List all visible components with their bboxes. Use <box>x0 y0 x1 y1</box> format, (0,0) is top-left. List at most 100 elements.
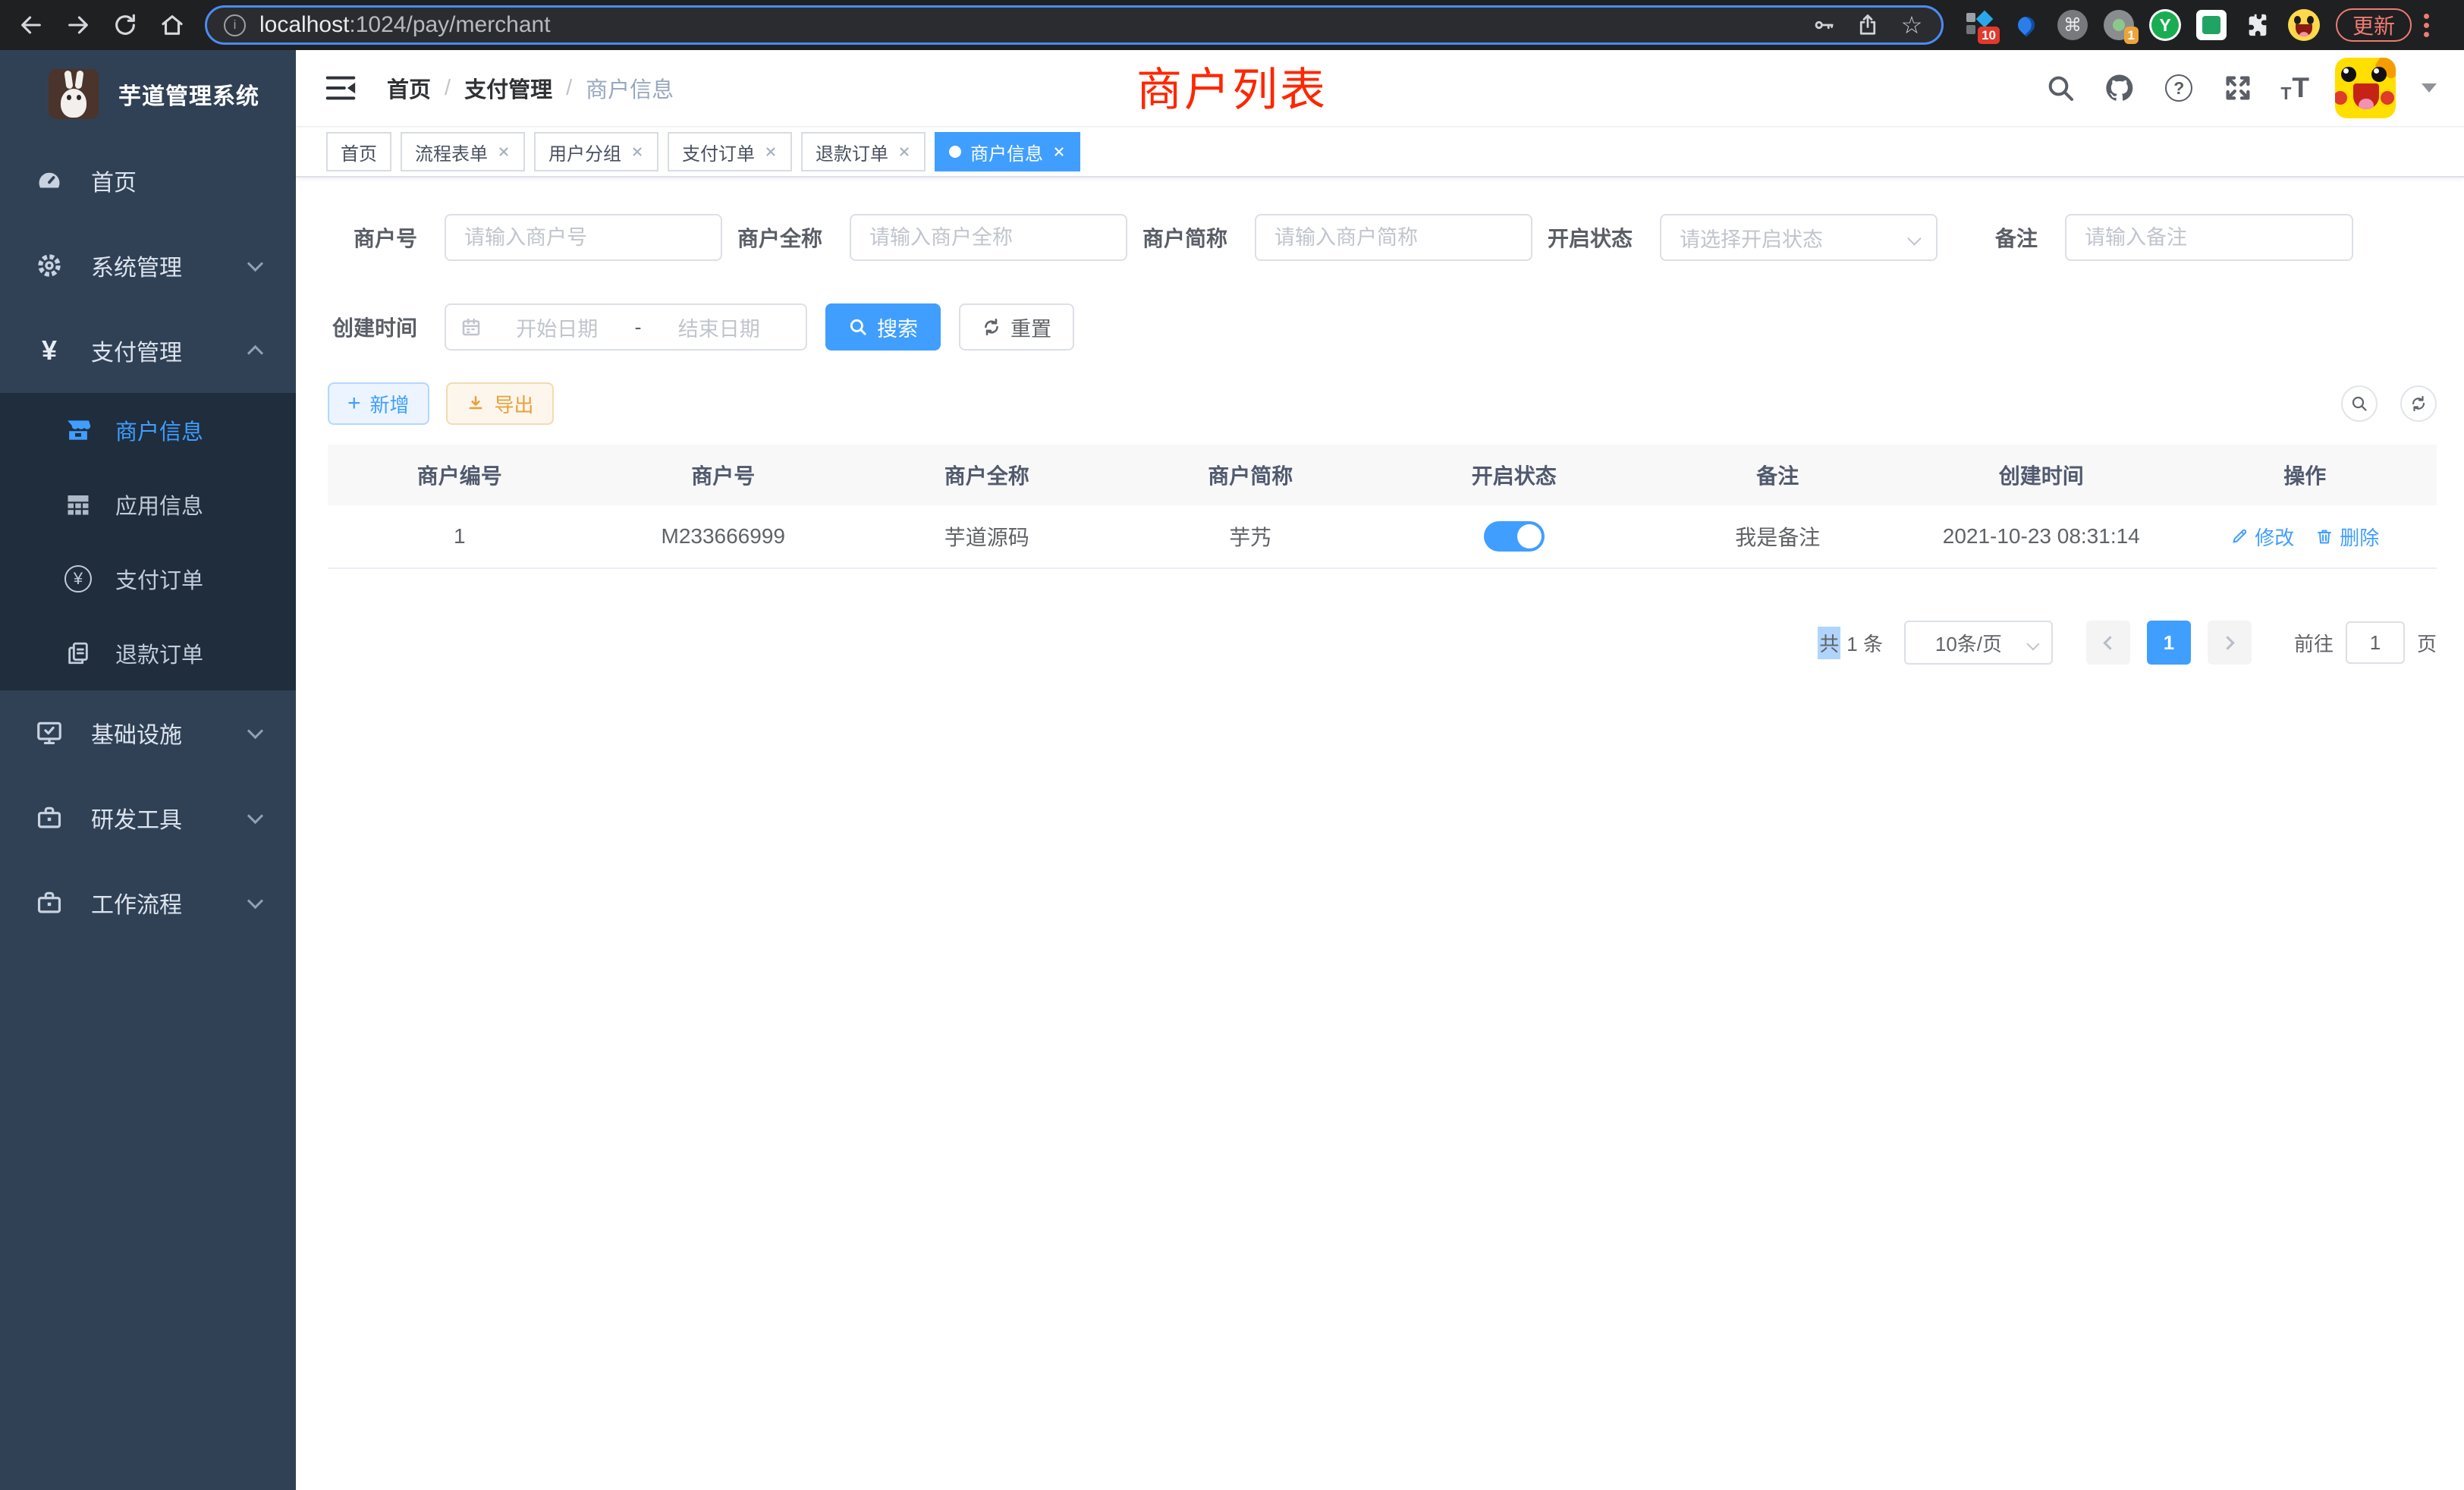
merchant-no-input[interactable] <box>445 214 722 261</box>
extension-emoji-icon[interactable] <box>2287 8 2321 42</box>
delete-link[interactable]: 删除 <box>2315 523 2379 551</box>
sidebar-collapse-icon[interactable] <box>323 71 358 105</box>
page-unit-label: 页 <box>2417 629 2437 657</box>
dashboard-icon <box>32 163 67 198</box>
page-size-select[interactable]: 10条/页 <box>1904 621 2053 665</box>
extension-pin-icon[interactable] <box>2010 8 2043 42</box>
export-button[interactable]: 导出 <box>446 382 554 425</box>
close-icon[interactable] <box>497 145 511 159</box>
avatar-dropdown-caret[interactable] <box>2422 83 2437 93</box>
help-icon[interactable]: ? <box>2162 71 2195 105</box>
goto-page-input[interactable] <box>2346 621 2405 664</box>
show-search-toggle-button[interactable] <box>2341 385 2378 422</box>
extension-proxy-icon[interactable]: 1 <box>2102 8 2136 42</box>
col-actions: 操作 <box>2173 460 2437 490</box>
address-bar[interactable]: i localhost:1024/pay/merchant ☆ <box>205 5 1944 45</box>
tags-view-bar: 首页 流程表单 用户分组 支付订单 退款订单 商户信息 <box>296 126 2464 178</box>
download-icon <box>466 394 486 413</box>
password-key-icon[interactable] <box>1811 12 1837 38</box>
browser-back-icon[interactable] <box>17 11 46 39</box>
browser-home-icon[interactable] <box>158 11 187 39</box>
sidebar-item-dev-tools[interactable]: 研发工具 <box>0 775 296 860</box>
sidebar-item-pay-order[interactable]: ¥ 支付订单 <box>0 542 296 616</box>
filter-row-1: 商户号 商户全称 商户简称 开启状态 请选择开启状态 <box>328 214 2437 261</box>
full-name-input[interactable] <box>850 214 1127 261</box>
sidebar-item-system[interactable]: 系统管理 <box>0 223 296 308</box>
breadcrumb-home[interactable]: 首页 <box>387 72 431 104</box>
chevron-down-icon <box>247 892 263 908</box>
close-icon[interactable] <box>630 145 644 159</box>
tab-refund-order[interactable]: 退款订单 <box>801 132 926 171</box>
tab-merchant-info[interactable]: 商户信息 <box>935 132 1080 171</box>
extensions-puzzle-icon[interactable] <box>2241 8 2274 42</box>
url-text[interactable]: localhost:1024/pay/merchant <box>259 12 551 38</box>
table-header: 商户编号 商户号 商户全称 商户简称 开启状态 备注 创建时间 操作 <box>328 445 2437 505</box>
sidebar-item-label: 支付订单 <box>115 563 203 595</box>
chevron-down-icon <box>247 722 263 738</box>
browser-menu-icon[interactable] <box>2424 14 2429 37</box>
status-toggle[interactable] <box>1484 521 1545 552</box>
monitor-check-icon <box>32 715 67 750</box>
status-select[interactable]: 请选择开启状态 <box>1660 214 1938 261</box>
sidebar-item-merchant-info[interactable]: 商户信息 <box>0 393 296 467</box>
edit-link[interactable]: 修改 <box>2230 523 2294 551</box>
extension-y-icon[interactable]: Y <box>2148 8 2182 42</box>
reset-button[interactable]: 重置 <box>959 303 1074 350</box>
sidebar: 芋道管理系统 首页 系统管理 ¥ 支付管理 <box>0 50 296 1490</box>
breadcrumb-separator: / <box>566 76 572 101</box>
browser-forward-icon[interactable] <box>64 11 93 39</box>
logo-rabbit-image <box>49 69 99 119</box>
short-name-input[interactable] <box>1255 214 1532 261</box>
sidebar-item-payment[interactable]: ¥ 支付管理 <box>0 308 296 393</box>
active-dot <box>949 146 961 158</box>
browser-reload-icon[interactable] <box>111 11 140 39</box>
navbar-actions: ? TT <box>2044 58 2437 118</box>
close-icon[interactable] <box>1052 145 1066 159</box>
date-range-picker[interactable]: 开始日期 - 结束日期 <box>445 303 807 350</box>
fullscreen-icon[interactable] <box>2221 71 2255 105</box>
search-icon[interactable] <box>2044 71 2077 105</box>
avatar[interactable] <box>2335 58 2396 118</box>
sidebar-item-label: 工作流程 <box>91 886 250 919</box>
prev-page-button[interactable] <box>2086 621 2130 665</box>
current-page-button[interactable]: 1 <box>2147 621 2191 665</box>
screen: i localhost:1024/pay/merchant ☆ 10 ⌘ <box>0 0 2464 1490</box>
add-button[interactable]: + 新增 <box>328 382 429 425</box>
sidebar-item-workflow[interactable]: 工作流程 <box>0 860 296 945</box>
tab-pay-order[interactable]: 支付订单 <box>668 132 792 171</box>
sidebar-item-app-info[interactable]: 应用信息 <box>0 467 296 542</box>
font-size-icon[interactable]: TT <box>2280 72 2309 104</box>
extension-command-icon[interactable]: ⌘ <box>2056 8 2089 42</box>
tab-user-group[interactable]: 用户分组 <box>534 132 658 171</box>
refresh-button[interactable] <box>2400 385 2437 422</box>
col-create-time: 创建时间 <box>1909 460 2173 490</box>
app-logo[interactable]: 芋道管理系统 <box>0 50 296 138</box>
browser-chrome: i localhost:1024/pay/merchant ☆ 10 ⌘ <box>0 0 2464 50</box>
sidebar-item-infrastructure[interactable]: 基础设施 <box>0 690 296 775</box>
table-row: 1 M233666999 芋道源码 芋艿 我是备注 2021-10-23 08:… <box>328 505 2437 569</box>
date-separator: - <box>630 316 646 339</box>
search-button[interactable]: 搜索 <box>825 303 941 350</box>
tab-process-form[interactable]: 流程表单 <box>401 132 525 171</box>
extension-badge: 1 <box>2124 27 2139 44</box>
remark-input[interactable] <box>2065 214 2353 261</box>
tab-home[interactable]: 首页 <box>326 132 391 171</box>
next-page-button[interactable] <box>2208 621 2252 665</box>
extension-badge: 10 <box>1978 27 2000 44</box>
browser-update-button[interactable]: 更新 <box>2336 8 2412 42</box>
yen-icon: ¥ <box>32 333 67 368</box>
breadcrumb-payment[interactable]: 支付管理 <box>464 72 552 104</box>
bookmark-star-icon[interactable]: ☆ <box>1899 12 1925 38</box>
share-icon[interactable] <box>1855 12 1881 38</box>
page-info-icon[interactable]: i <box>224 14 246 36</box>
sidebar-item-refund-order[interactable]: 退款订单 <box>0 616 296 690</box>
sidebar-item-home[interactable]: 首页 <box>0 138 296 223</box>
briefcase-icon <box>32 800 67 835</box>
close-icon[interactable] <box>764 145 778 159</box>
col-short-name: 商户简称 <box>1119 460 1383 490</box>
pagination: 共 1 条 10条/页 1 前往 页 <box>328 621 2437 665</box>
extension-tabs-icon[interactable]: 10 <box>1963 8 1997 42</box>
github-icon[interactable] <box>2103 71 2136 105</box>
close-icon[interactable] <box>897 145 911 159</box>
extension-notes-icon[interactable] <box>2195 8 2228 42</box>
